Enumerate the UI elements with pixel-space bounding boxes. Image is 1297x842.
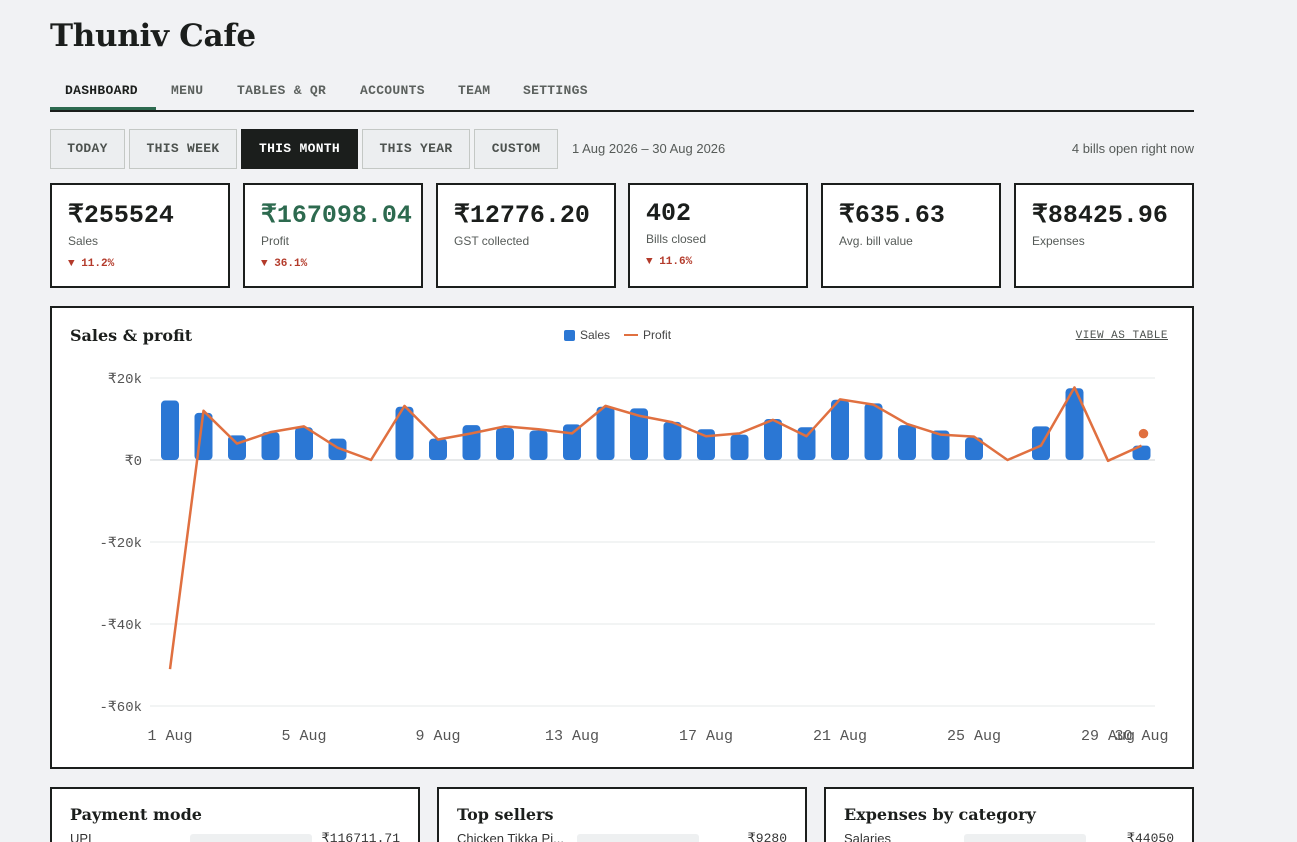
x-tick-label: 21 Aug xyxy=(813,728,867,745)
kpi-sales-card: ₹255524 Sales ▼ 11.2% xyxy=(50,183,230,288)
sales-bar xyxy=(295,427,313,460)
x-tick-label: 1 Aug xyxy=(147,728,192,745)
expenses-category-row-bar xyxy=(964,834,1086,842)
sales-bar xyxy=(730,434,749,460)
kpi-expenses-label: Expenses xyxy=(1032,234,1085,248)
kpi-gst-value: ₹12776.20 xyxy=(454,201,590,230)
payment-mode-row-value: ₹116711.71 xyxy=(321,831,400,842)
kpi-sales-label: Sales xyxy=(68,234,99,248)
range-this-year-button[interactable]: THIS YEAR xyxy=(362,129,470,169)
kpi-expenses-value: ₹88425.96 xyxy=(1032,201,1168,230)
sales-bar xyxy=(496,428,514,460)
kpi-sales-value: ₹255524 xyxy=(68,201,174,230)
top-sellers-row-bar xyxy=(577,834,699,842)
top-sellers-title: Top sellers xyxy=(457,805,554,824)
kpi-bills-value: 402 xyxy=(646,199,692,228)
date-range-label: 1 Aug 2026 – 30 Aug 2026 xyxy=(572,141,726,156)
y-tick-label: -₹20k xyxy=(99,536,142,552)
kpi-gst-card: ₹12776.20 GST collected xyxy=(436,183,616,288)
tab-team[interactable]: TEAM xyxy=(458,74,490,110)
y-tick-label: -₹60k xyxy=(99,700,142,716)
kpi-sales-delta: ▼ 11.2% xyxy=(68,258,115,270)
kpi-bills-label: Bills closed xyxy=(646,232,707,246)
kpi-avg-bill-card: ₹635.63 Avg. bill value xyxy=(821,183,1001,288)
x-tick-label: 13 Aug xyxy=(545,728,599,745)
kpi-profit-card: ₹167098.04 Profit ▼ 36.1% xyxy=(243,183,423,288)
payment-mode-row-bar xyxy=(190,834,312,842)
sales-bar xyxy=(161,400,179,460)
kpi-profit-label: Profit xyxy=(261,234,290,248)
x-tick-label: 9 Aug xyxy=(415,728,460,745)
profit-point-marker xyxy=(1137,427,1150,440)
y-tick-label: -₹40k xyxy=(99,618,142,634)
tab-settings[interactable]: SETTINGS xyxy=(523,74,588,110)
tab-accounts[interactable]: ACCOUNTS xyxy=(360,74,425,110)
open-bills-status: 4 bills open right now xyxy=(1071,141,1194,156)
kpi-gst-label: GST collected xyxy=(454,234,530,248)
range-this-week-button[interactable]: THIS WEEK xyxy=(129,129,237,169)
kpi-profit-value: ₹167098.04 xyxy=(261,201,412,230)
x-tick-label: 17 Aug xyxy=(679,728,733,745)
sales-bar xyxy=(898,425,916,460)
tab-tables-qr[interactable]: TABLES & QR xyxy=(237,74,326,110)
expenses-category-row-label: Salaries xyxy=(844,831,891,842)
sales-bar xyxy=(596,406,615,460)
sales-profit-chart-card: Sales & profit Sales Profit VIEW AS TABL… xyxy=(50,306,1194,769)
sales-bar xyxy=(429,438,447,460)
kpi-bills-card: 402 Bills closed ▼ 11.6% xyxy=(628,183,808,288)
top-sellers-row-label: Chicken Tikka Pi... xyxy=(457,831,564,842)
kpi-expenses-card: ₹88425.96 Expenses xyxy=(1014,183,1194,288)
x-tick-label: 30 Aug xyxy=(1114,728,1168,745)
main-nav: DASHBOARD MENU TABLES & QR ACCOUNTS TEAM… xyxy=(50,74,1194,112)
profit-line xyxy=(168,386,1143,670)
tab-dashboard[interactable]: DASHBOARD xyxy=(50,74,156,110)
range-today-button[interactable]: TODAY xyxy=(50,129,125,169)
kpi-avg-bill-value: ₹635.63 xyxy=(839,201,945,230)
payment-mode-row-label: UPI xyxy=(70,831,92,842)
sales-bar xyxy=(663,421,682,460)
kpi-bills-delta: ▼ 11.6% xyxy=(646,256,693,268)
app-title: Thuniv Cafe xyxy=(50,18,256,54)
kpi-profit-delta: ▼ 36.1% xyxy=(261,258,308,270)
sales-profit-chart: ₹20k ₹0 -₹20k -₹40k -₹60k 1 Aug 5 Aug 9 Aug 13 A… xyxy=(99,372,1168,745)
range-this-month-button[interactable]: THIS MONTH xyxy=(241,129,358,169)
top-sellers-row-value: ₹9280 xyxy=(747,831,787,842)
expenses-category-title: Expenses by category xyxy=(844,805,1036,824)
x-tick-label: 5 Aug xyxy=(281,728,326,745)
x-tick-label: 25 Aug xyxy=(947,728,1001,745)
sales-bar xyxy=(529,430,548,460)
sales-bar xyxy=(864,403,883,460)
top-sellers-card: Top sellers Chicken Tikka Pi... ₹9280 xyxy=(437,787,807,842)
expenses-by-category-card: Expenses by category Salaries ₹44050 xyxy=(824,787,1194,842)
kpi-avg-bill-label: Avg. bill value xyxy=(839,234,913,248)
sales-bar xyxy=(261,432,280,460)
sales-bar xyxy=(831,399,849,460)
expenses-category-row-value: ₹44050 xyxy=(1126,831,1174,842)
sales-bar xyxy=(764,419,782,460)
y-tick-label: ₹20k xyxy=(108,372,142,388)
tab-menu[interactable]: MENU xyxy=(171,74,203,110)
payment-mode-title: Payment mode xyxy=(70,805,202,824)
y-tick-label: ₹0 xyxy=(125,454,142,470)
range-custom-button[interactable]: CUSTOM xyxy=(474,129,558,169)
payment-mode-card: Payment mode UPI ₹116711.71 xyxy=(50,787,420,842)
sales-bar xyxy=(462,425,481,460)
